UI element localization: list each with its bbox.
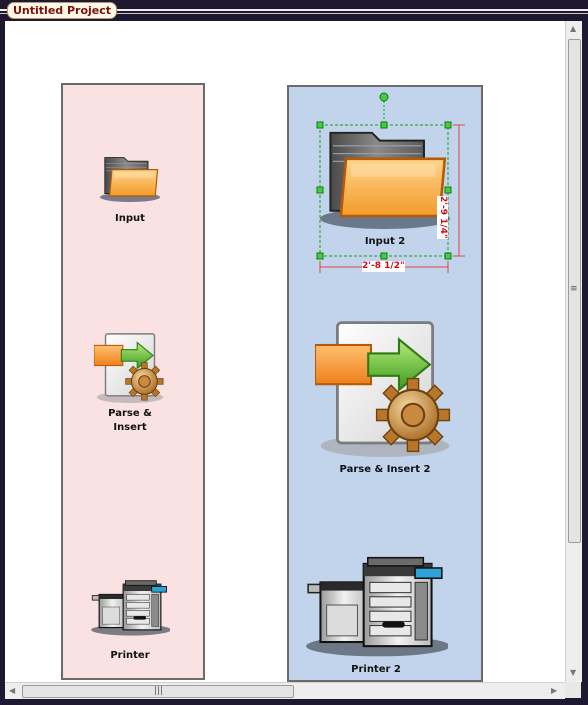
node-printer[interactable]: Printer: [85, 569, 175, 663]
node-parse-insert[interactable]: Parse & Insert: [90, 331, 170, 435]
resize-handle-w[interactable]: [316, 186, 324, 194]
document-gear-icon: [315, 315, 455, 459]
project-title-tab[interactable]: Untitled Project: [7, 2, 118, 19]
node-parse-2-label: Parse & Insert 2: [339, 464, 431, 475]
scroll-up-icon[interactable]: ▲: [570, 24, 576, 34]
vertical-scroll-thumb[interactable]: ≡: [568, 39, 581, 543]
scroll-grip-icon: |||: [154, 686, 164, 696]
node-input-label: Input: [115, 213, 145, 224]
resize-handle-nw[interactable]: [316, 121, 324, 129]
resize-handle-sw[interactable]: [316, 252, 324, 260]
height-dimension-label: 2'-9 1/4": [437, 196, 448, 239]
rotate-handle[interactable]: [379, 92, 389, 102]
folder-icon: [100, 148, 160, 208]
node-parse-insert-2[interactable]: Parse & Insert 2: [305, 315, 465, 477]
scroll-right-icon[interactable]: ▶: [551, 686, 557, 696]
width-dimension-label: 2'-8 1/2": [362, 261, 405, 272]
printer-icon: [304, 551, 448, 659]
node-parse-label-line2: Insert: [113, 422, 147, 433]
scroll-left-icon[interactable]: ◀: [9, 686, 15, 696]
scroll-grip-icon: ≡: [570, 284, 578, 294]
app-window: Untitled Project Input Parse & Insert Pr…: [0, 0, 588, 705]
node-printer-label: Printer: [110, 650, 150, 661]
node-parse-label-line1: Parse &: [108, 408, 152, 419]
scrollbar-corner: [565, 682, 581, 698]
printer-icon: [90, 569, 170, 645]
resize-handle-s[interactable]: [380, 252, 388, 260]
project-title: Untitled Project: [13, 4, 112, 17]
resize-handle-se[interactable]: [444, 252, 452, 260]
horizontal-scroll-thumb[interactable]: |||: [22, 685, 294, 698]
resize-handle-ne[interactable]: [444, 121, 452, 129]
selection-handles[interactable]: [305, 87, 475, 277]
document-gear-icon: [94, 331, 166, 403]
node-printer-2[interactable]: Printer 2: [301, 551, 451, 677]
node-printer-2-label: Printer 2: [351, 664, 401, 675]
scroll-down-icon[interactable]: ▼: [570, 668, 576, 678]
resize-handle-n[interactable]: [380, 121, 388, 129]
node-input[interactable]: Input: [100, 148, 160, 226]
vertical-scrollbar[interactable]: ▲ ≡ ▼: [565, 21, 582, 682]
resize-handle-e[interactable]: [444, 186, 452, 194]
window-titlebar: Untitled Project: [0, 0, 588, 20]
horizontal-scrollbar[interactable]: ◀ ||| ▶: [5, 682, 565, 699]
diagram-canvas[interactable]: Input Parse & Insert Printer Input 2 Par…: [5, 21, 565, 682]
